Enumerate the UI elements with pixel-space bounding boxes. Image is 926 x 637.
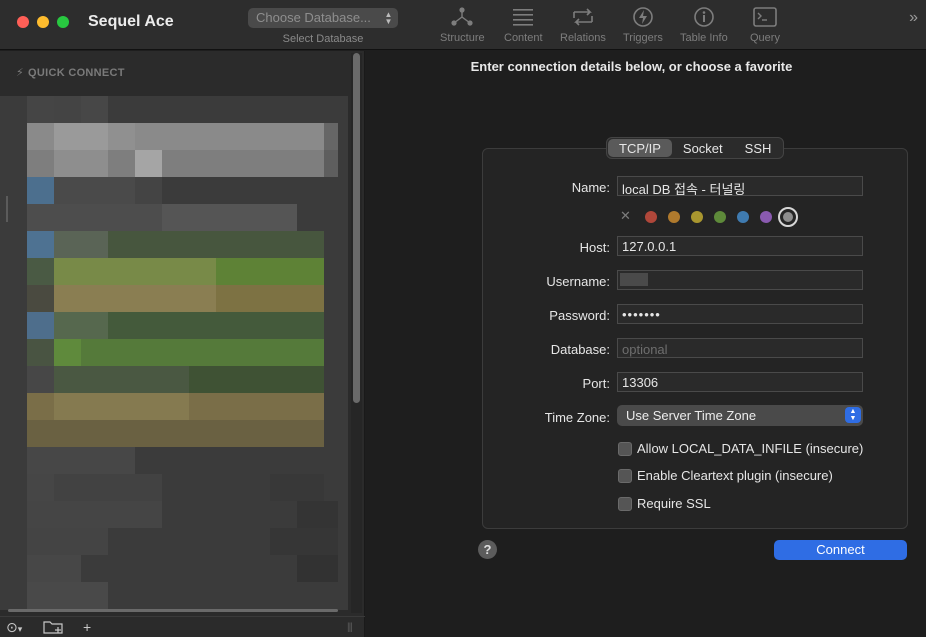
- local-infile-checkbox[interactable]: [618, 442, 632, 456]
- toolbar-triggers-button[interactable]: Triggers: [623, 6, 663, 44]
- toolbar-triggers-label: Triggers: [623, 32, 663, 44]
- password-label: Password:: [549, 308, 610, 323]
- color-purple-swatch[interactable]: [760, 211, 772, 223]
- quick-connect-header[interactable]: ⚡ QUICK CONNECT: [16, 66, 125, 79]
- host-field-value: 127.0.0.1: [622, 239, 677, 254]
- username-redacted: [620, 273, 648, 286]
- toolbar-structure-button[interactable]: Structure: [440, 6, 485, 44]
- favorites-list-pixelated[interactable]: [0, 96, 348, 610]
- toolbar-relations-label: Relations: [560, 32, 606, 44]
- sidebar-horizontal-scroll-thumb[interactable]: [8, 609, 338, 612]
- selected-favorite-row-marker: [6, 196, 340, 222]
- new-group-button[interactable]: [43, 619, 65, 637]
- password-field[interactable]: •••••••: [617, 304, 863, 324]
- toolbar-query-button[interactable]: Query: [750, 6, 780, 44]
- tab-tcp-ip[interactable]: TCP/IP: [608, 139, 672, 157]
- table-info-icon: [694, 7, 714, 27]
- favorites-sidebar: ⚡ QUICK CONNECT ⊙▾ + |||: [0, 51, 365, 637]
- content-icon: [513, 9, 534, 26]
- sidebar-scroll-thumb[interactable]: [353, 53, 360, 403]
- quick-connect-label: QUICK CONNECT: [28, 67, 125, 79]
- help-button[interactable]: ?: [478, 540, 497, 559]
- database-field[interactable]: [617, 338, 863, 358]
- local-infile-label: Allow LOCAL_DATA_INFILE (insecure): [637, 441, 864, 456]
- database-select-value: Choose Database...: [256, 10, 371, 25]
- toolbar-query-label: Query: [750, 32, 780, 44]
- timezone-select-value: Use Server Time Zone: [626, 408, 757, 423]
- timezone-label: Time Zone:: [544, 410, 610, 425]
- color-orange-swatch[interactable]: [668, 211, 680, 223]
- cleartext-plugin-checkbox[interactable]: [618, 469, 632, 483]
- connect-button[interactable]: Connect: [774, 540, 907, 560]
- tab-ssh[interactable]: SSH: [734, 139, 783, 157]
- toolbar-relations-button[interactable]: Relations: [560, 6, 606, 44]
- host-field[interactable]: 127.0.0.1: [617, 236, 863, 256]
- cleartext-plugin-checkbox-row[interactable]: Enable Cleartext plugin (insecure): [618, 468, 898, 486]
- relations-icon: [573, 8, 593, 26]
- resize-grip-icon[interactable]: |||: [347, 622, 353, 633]
- lightning-icon: ⚡: [16, 67, 25, 79]
- toolbar-structure-label: Structure: [440, 32, 485, 44]
- require-ssl-label: Require SSL: [637, 496, 711, 511]
- database-label: Database:: [550, 342, 610, 357]
- triggers-icon: [633, 7, 653, 27]
- cleartext-plugin-label: Enable Cleartext plugin (insecure): [637, 468, 833, 483]
- connection-heading: Enter connection details below, or choos…: [470, 59, 793, 74]
- require-ssl-checkbox[interactable]: [618, 497, 632, 511]
- password-field-value: •••••••: [622, 307, 661, 322]
- pixelated-favorites-image: [0, 96, 348, 610]
- username-label: Username:: [546, 274, 610, 289]
- chevron-down-icon: ▾: [17, 624, 23, 634]
- connection-type-tabs: TCP/IP Socket SSH: [606, 137, 785, 159]
- database-select-caption: Select Database: [282, 33, 364, 45]
- database-select[interactable]: Choose Database... ▲ ▼: [248, 8, 398, 28]
- add-favorite-button[interactable]: +: [83, 619, 91, 635]
- app-title: Sequel Ace: [88, 13, 174, 30]
- toolbar-content-label: Content: [504, 32, 543, 44]
- color-yellow-swatch[interactable]: [691, 211, 703, 223]
- titlebar: Sequel Ace Choose Database... ▲ ▼ Select …: [0, 0, 926, 50]
- color-green-swatch[interactable]: [714, 211, 726, 223]
- port-field-value: 13306: [622, 375, 659, 390]
- name-label: Name:: [571, 180, 610, 195]
- toolbar-overflow-chevron-icon[interactable]: »: [909, 9, 918, 27]
- require-ssl-checkbox-row[interactable]: Require SSL: [618, 496, 898, 514]
- color-grey-swatch-selected[interactable]: [778, 207, 798, 227]
- sidebar-action-menu-button[interactable]: ⊙▾: [6, 619, 22, 636]
- close-window-button[interactable]: [17, 16, 29, 28]
- sidebar-vertical-scrollbar[interactable]: [351, 53, 362, 613]
- structure-icon: [451, 7, 473, 26]
- zoom-window-button[interactable]: [57, 16, 69, 28]
- connection-panel: Enter connection details below, or choos…: [366, 51, 926, 637]
- name-field-value: local DB 접속 - 터널링: [622, 182, 746, 196]
- port-label: Port:: [582, 376, 610, 391]
- no-color-x-icon[interactable]: ✕: [620, 208, 631, 224]
- tab-socket[interactable]: Socket: [672, 139, 734, 157]
- name-field[interactable]: local DB 접속 - 터널링: [617, 176, 863, 196]
- color-red-swatch[interactable]: [645, 211, 657, 223]
- query-icon: [753, 7, 777, 27]
- toolbar-table-info-label: Table Info: [680, 32, 728, 44]
- sidebar-bottom-bar: ⊙▾ + |||: [0, 616, 365, 637]
- minimize-window-button[interactable]: [37, 16, 49, 28]
- folder-add-icon: [43, 621, 63, 634]
- updown-chevron-icon: ▲ ▼: [845, 407, 861, 423]
- toolbar-table-info-button[interactable]: Table Info: [680, 6, 728, 44]
- color-blue-swatch[interactable]: [737, 211, 749, 223]
- updown-chevron-icon: ▲ ▼: [384, 10, 393, 26]
- username-field[interactable]: [617, 270, 863, 290]
- ellipsis-circle-icon: ⊙: [6, 619, 18, 635]
- toolbar-content-button[interactable]: Content: [504, 6, 543, 44]
- host-label: Host:: [579, 240, 610, 255]
- local-infile-checkbox-row[interactable]: Allow LOCAL_DATA_INFILE (insecure): [618, 441, 898, 459]
- port-field[interactable]: 13306: [617, 372, 863, 392]
- timezone-select[interactable]: Use Server Time Zone ▲ ▼: [617, 405, 863, 426]
